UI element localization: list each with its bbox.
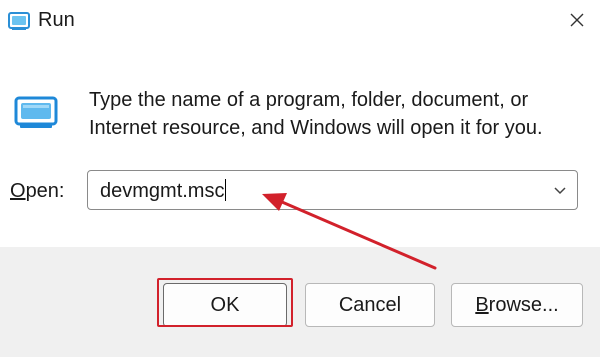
chevron-down-icon[interactable] [551,181,569,199]
run-icon [8,12,30,30]
window-title: Run [38,9,75,31]
ok-button[interactable]: OK [163,283,287,327]
open-label-mnemonic: O [10,180,26,202]
close-button[interactable] [554,0,600,40]
close-icon [570,13,584,27]
open-label: Open: [10,180,65,203]
cancel-button[interactable]: Cancel [305,283,435,327]
run-dialog: Run Type the name of a program, folder, … [0,0,600,357]
open-label-text: pen: [25,180,65,202]
browse-text: rowse... [488,293,559,316]
browse-button[interactable]: Browse... [451,283,583,327]
browse-mnemonic: B [475,293,489,316]
open-combobox[interactable]: devmgmt.msc [87,170,578,210]
title-bar: Run [0,0,600,44]
text-caret [225,179,227,201]
instruction-text: Type the name of a program, folder, docu… [89,89,543,139]
open-input[interactable]: devmgmt.msc [100,179,227,203]
open-input-value: devmgmt.msc [100,180,225,202]
run-program-icon [14,96,58,128]
